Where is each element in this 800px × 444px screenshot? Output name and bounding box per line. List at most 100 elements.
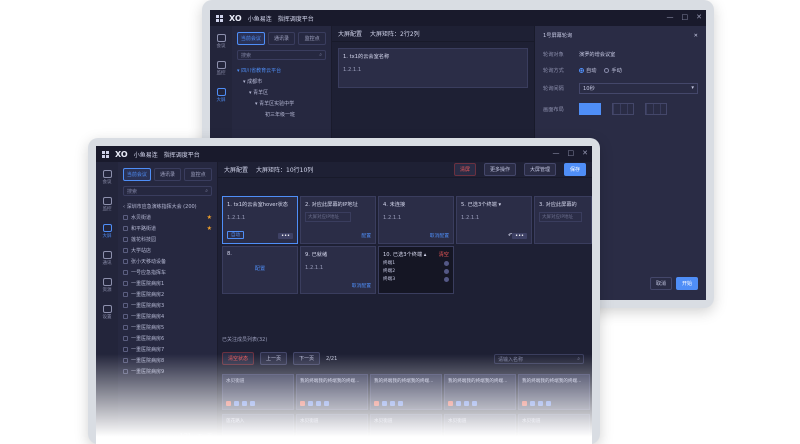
star-icon[interactable]: ★	[207, 225, 212, 232]
location-icon[interactable]	[530, 401, 535, 406]
close-icon[interactable]: ✕	[582, 149, 588, 157]
hangup-icon[interactable]	[374, 401, 379, 406]
screen-cell[interactable]: 2. 对应此屏幕的IP地址 大屏对应IP地址 配置	[300, 196, 376, 244]
mic-icon[interactable]	[250, 401, 255, 406]
clear-tag[interactable]: 清空	[439, 251, 449, 258]
checkbox[interactable]	[123, 215, 128, 220]
ip-input[interactable]: 大屏对应IP地址	[305, 212, 352, 222]
more-actions-button[interactable]: 更多操作	[483, 163, 516, 176]
screen-cell[interactable]: 9. 已就绪 1.2.1.1 取消配置	[300, 246, 376, 294]
checkbox[interactable]	[123, 336, 128, 341]
list-item[interactable]: 和平路街道 ★	[123, 223, 212, 234]
location-icon[interactable]	[456, 401, 461, 406]
checkbox[interactable]	[123, 237, 128, 242]
member-tile[interactable]: 我的终端我的终端我的终端...	[444, 374, 516, 410]
checkbox[interactable]	[123, 259, 128, 264]
list-item[interactable]: 水贝街道 ★	[123, 212, 212, 223]
interval-select[interactable]: 10秒 ▾	[579, 83, 698, 94]
radio-auto[interactable]: 自动	[579, 67, 596, 74]
checkbox[interactable]	[123, 281, 128, 286]
search-input[interactable]: 搜索 ⌕	[237, 50, 326, 60]
tree-node[interactable]: ▾ 成都市	[237, 76, 326, 87]
screen-cell[interactable]: 1. tx1的云会室hover状态 1.2.1.1 自动 •••	[222, 196, 298, 244]
name-search-input[interactable]: 请输入名称 ⌕	[494, 353, 584, 364]
checkbox[interactable]	[123, 314, 128, 319]
list-item[interactable]: 一号应急指挥车	[123, 267, 212, 278]
maximize-icon[interactable]: □	[568, 149, 575, 157]
member-tile[interactable]: 水贝街道	[222, 374, 294, 410]
mic-icon[interactable]	[472, 401, 477, 406]
minimize-icon[interactable]: —	[667, 13, 674, 21]
member-tile[interactable]: 莲花路入	[222, 414, 294, 444]
tree-node[interactable]: 初三年级一班	[237, 109, 326, 120]
home-icon[interactable]	[538, 401, 543, 406]
screen-manage-button[interactable]: 大屏管理	[523, 163, 556, 176]
checkbox[interactable]	[123, 270, 128, 275]
checkbox[interactable]	[123, 292, 128, 297]
checkbox[interactable]	[123, 226, 128, 231]
list-item[interactable]: 一重医院病房9	[123, 366, 212, 377]
hangup-icon[interactable]	[522, 401, 527, 406]
tab-contacts[interactable]: 通讯录	[153, 168, 182, 181]
tree-node[interactable]: ▾ 青羊区实验中学	[237, 98, 326, 109]
screen-cell[interactable]: 4. 未连接 1.2.1.1 取消配置	[378, 196, 454, 244]
tree-node[interactable]: ▾ 四川省教育云平台	[237, 65, 326, 76]
mic-icon[interactable]	[398, 401, 403, 406]
nav-meeting[interactable]: 会议	[102, 170, 112, 185]
tab-current-meeting[interactable]: 当前会议	[123, 168, 151, 181]
remove-icon[interactable]	[444, 276, 449, 282]
hangup-icon[interactable]	[226, 401, 231, 406]
more-icon[interactable]: •••	[278, 233, 293, 239]
location-icon[interactable]	[308, 401, 313, 406]
screen-cell[interactable]: 3. 对应此屏幕的 大屏对应IP地址	[534, 196, 592, 244]
layout-option-9[interactable]	[645, 103, 667, 115]
apps-grid-icon[interactable]	[216, 14, 223, 22]
tab-contacts[interactable]: 通讯录	[267, 32, 296, 45]
tab-monitor-points[interactable]: 监控点	[184, 168, 213, 181]
radio-manual[interactable]: 手动	[604, 67, 622, 74]
list-item[interactable]: 一重医院病房6	[123, 333, 212, 344]
next-page-button[interactable]: 下一页	[197, 433, 212, 440]
search-input[interactable]: 搜索 ⌕	[123, 186, 212, 196]
nav-contacts[interactable]: 通讯	[102, 251, 112, 266]
list-item[interactable]: 张小天移动设备	[123, 256, 212, 267]
save-button[interactable]: 保存	[563, 163, 586, 176]
checkbox[interactable]	[123, 347, 128, 352]
checkbox[interactable]	[123, 325, 128, 330]
prev-page-button[interactable]: 上一页	[260, 352, 288, 365]
cancel-button[interactable]: 取消	[649, 277, 672, 290]
nav-screen[interactable]: 大屏	[216, 88, 226, 103]
cancel-config-link[interactable]: 取消配置	[352, 282, 371, 289]
list-item[interactable]: 一重医院病房2	[123, 289, 212, 300]
star-icon[interactable]: ★	[207, 214, 212, 221]
remove-icon[interactable]	[444, 260, 449, 266]
mic-icon[interactable]	[324, 401, 329, 406]
screen-cell[interactable]: 8. 配置	[222, 246, 298, 294]
list-item[interactable]: 一重医院病房7	[123, 344, 212, 355]
next-page-button[interactable]: 下一页	[293, 352, 321, 365]
nav-resource[interactable]: 资源	[102, 278, 112, 293]
screen-cell[interactable]: 5. 已选3个终端 ▾ 1.2.1.1 ↶ •••	[456, 196, 532, 244]
member-tile[interactable]: 水贝街道	[370, 414, 442, 444]
home-icon[interactable]	[464, 401, 469, 406]
tab-monitor-points[interactable]: 监控点	[298, 32, 327, 45]
home-icon[interactable]	[390, 401, 395, 406]
minimize-icon[interactable]: —	[553, 149, 560, 157]
clear-status-button[interactable]: 清空状态	[222, 352, 255, 365]
mic-icon[interactable]	[546, 401, 551, 406]
member-tile[interactable]: 水贝街道	[296, 414, 368, 444]
screen-cell[interactable]: 1. tx1的云会室名称 1.2.1.1	[338, 48, 528, 88]
nav-monitor[interactable]: 监控	[102, 197, 112, 212]
screen-cell[interactable]: 10. 已选3个终端 ▴ 清空 终端1 终端2 终端3	[378, 246, 454, 294]
nav-meeting[interactable]: 会议	[216, 34, 226, 49]
nav-monitor[interactable]: 监控	[216, 61, 226, 76]
checkbox[interactable]	[123, 358, 128, 363]
maximize-icon[interactable]: □	[682, 13, 689, 21]
hangup-icon[interactable]	[300, 401, 305, 406]
hangup-icon[interactable]	[448, 401, 453, 406]
member-tile[interactable]: 我的终端我的终端我的终端...	[518, 374, 590, 410]
tab-current-meeting[interactable]: 当前会议	[237, 32, 265, 45]
location-icon[interactable]	[234, 401, 239, 406]
list-item[interactable]: 一重医院病房4	[123, 311, 212, 322]
list-item[interactable]: 一重医院病房3	[123, 300, 212, 311]
